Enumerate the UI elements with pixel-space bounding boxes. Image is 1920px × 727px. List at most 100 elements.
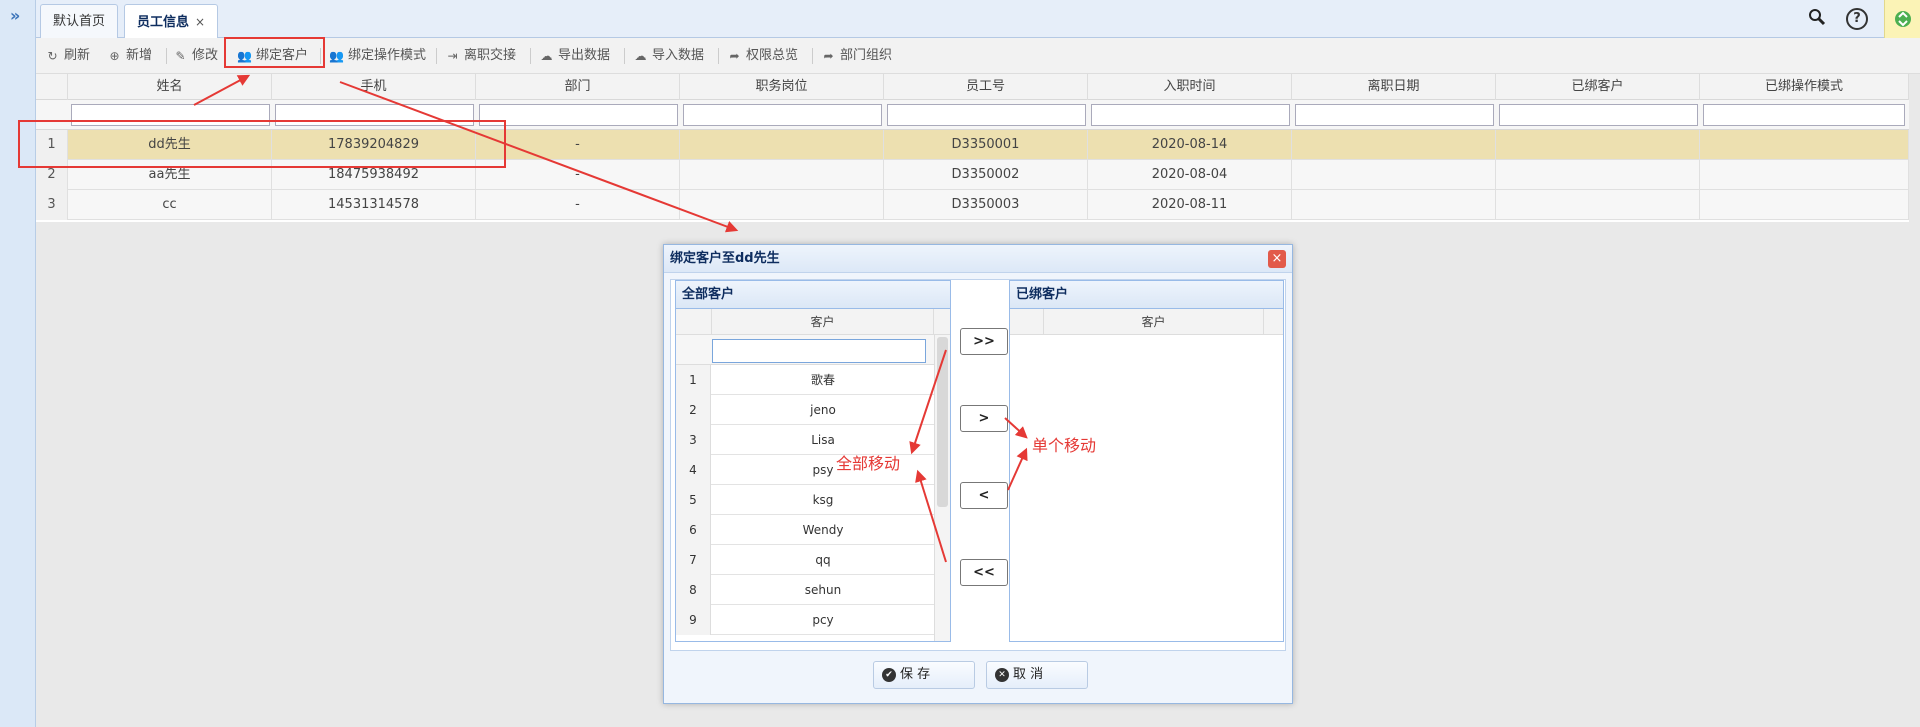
check-icon: ✔: [882, 668, 896, 682]
edit-button[interactable]: ✎ 修改: [170, 44, 218, 68]
bound-customers-panel: 已绑客户 客户: [1009, 280, 1284, 642]
column-header[interactable]: 手机: [272, 74, 476, 100]
toolbar-divider: [436, 48, 437, 64]
filter-input[interactable]: [683, 104, 882, 126]
cloud-upload-icon: ☁: [634, 49, 647, 63]
customer-name: pcy: [812, 613, 834, 627]
list-item[interactable]: 9 pcy: [676, 605, 934, 635]
table-cell: [1292, 130, 1496, 160]
row-number: 8: [676, 575, 711, 605]
filter-input[interactable]: [479, 104, 678, 126]
rownum-header: [676, 309, 712, 335]
panel-header: 客户: [676, 309, 950, 335]
list-item[interactable]: 6 Wendy: [676, 515, 934, 545]
move-one-right-button[interactable]: >: [960, 405, 1008, 432]
tab-employee-info-label: 员工信息: [137, 15, 190, 30]
table-cell: [1496, 190, 1700, 220]
tab-close-icon[interactable]: ×: [195, 15, 205, 29]
table-cell: 2020-08-11: [1088, 190, 1292, 220]
filter-input[interactable]: [887, 104, 1086, 126]
bind-operation-mode-button[interactable]: 👥 绑定操作模式: [326, 44, 426, 68]
close-icon[interactable]: ×: [1268, 250, 1286, 268]
permission-overview-button[interactable]: ➦ 权限总览: [724, 44, 798, 68]
import-data-label: 导入数据: [652, 48, 705, 63]
share-icon: ➦: [823, 49, 834, 63]
filter-input[interactable]: [1295, 104, 1494, 126]
tab-home[interactable]: 默认首页: [40, 4, 119, 38]
filter-input[interactable]: [1499, 104, 1698, 126]
refresh-button[interactable]: ↻ 刷新: [42, 44, 90, 68]
table-row[interactable]: 3 cc 14531314578 - D3350003 2020-08-11: [36, 190, 1909, 220]
department-org-label: 部门组织: [840, 48, 893, 63]
list-item[interactable]: 1 歌春: [676, 365, 934, 395]
panel-header: 客户: [1010, 309, 1283, 335]
column-header[interactable]: 入职时间: [1088, 74, 1292, 100]
toolbar-divider: [718, 48, 719, 64]
move-all-right-button[interactable]: >>: [960, 328, 1008, 355]
column-header[interactable]: 员工号: [884, 74, 1088, 100]
customer-name: sehun: [804, 583, 842, 597]
customer-name: Wendy: [802, 523, 844, 537]
customer-column-header[interactable]: 客户: [712, 309, 934, 335]
move-one-left-button[interactable]: <: [960, 482, 1008, 509]
add-button[interactable]: ⊕ 新增: [104, 44, 152, 68]
column-header[interactable]: 部门: [476, 74, 680, 100]
column-header[interactable]: 已绑客户: [1496, 74, 1700, 100]
export-data-button[interactable]: ☁ 导出数据: [536, 44, 611, 68]
filter-input[interactable]: [1703, 104, 1905, 126]
move-all-left-button[interactable]: <<: [960, 559, 1008, 586]
row-number: 3: [36, 190, 68, 220]
refresh-label: 刷新: [64, 48, 91, 63]
toolbar-divider: [812, 48, 813, 64]
save-label: 保 存: [900, 667, 931, 682]
list-item[interactable]: 5 ksg: [676, 485, 934, 515]
annotation-single-move: 单个移动: [1032, 436, 1097, 455]
department-org-button[interactable]: ➦ 部门组织: [818, 44, 892, 68]
grid-header: 姓名 手机 部门 职务岗位 员工号 入职时间 离职日期 已绑客户 已绑操作模式: [36, 74, 1909, 100]
customer-name: psy: [812, 463, 834, 477]
customer-column-header[interactable]: 客户: [1044, 309, 1264, 335]
expand-sidebar-icon[interactable]: »: [10, 6, 20, 25]
annotation-all-move: 全部移动: [836, 454, 901, 473]
dialog-title: 绑定客户至dd先生: [664, 245, 1292, 273]
resign-handover-label: 离职交接: [464, 48, 517, 63]
column-header[interactable]: 姓名: [68, 74, 272, 100]
table-cell: 2020-08-14: [1088, 130, 1292, 160]
list-item[interactable]: 2 jeno: [676, 395, 934, 425]
tab-employee-info[interactable]: 员工信息 ×: [124, 4, 219, 38]
table-cell: D3350001: [884, 130, 1088, 160]
refresh-icon: ↻: [47, 49, 58, 63]
table-cell: [680, 130, 884, 160]
import-data-button[interactable]: ☁ 导入数据: [630, 44, 705, 68]
customer-filter-input[interactable]: [712, 339, 926, 363]
table-cell: D3350002: [884, 160, 1088, 190]
table-cell: [680, 190, 884, 220]
row-number: 3: [676, 425, 711, 455]
resign-handover-button[interactable]: ⇥ 离职交接: [442, 44, 516, 68]
filter-input[interactable]: [1091, 104, 1290, 126]
exit-icon: ⇥: [447, 49, 458, 63]
table-cell: -: [476, 190, 680, 220]
export-data-label: 导出数据: [558, 48, 611, 63]
highlight-bind-button: [224, 37, 325, 68]
toolbar-divider: [530, 48, 531, 64]
list-item[interactable]: 7 qq: [676, 545, 934, 575]
skin-switch-icon[interactable]: [1884, 0, 1920, 38]
rownum-header: [1010, 309, 1044, 335]
column-header[interactable]: 职务岗位: [680, 74, 884, 100]
users-icon: 👥: [329, 49, 344, 63]
cancel-button[interactable]: ✕ 取 消: [986, 661, 1088, 689]
column-header[interactable]: 离职日期: [1292, 74, 1496, 100]
help-icon[interactable]: ?: [1846, 8, 1868, 30]
list-item[interactable]: 8 sehun: [676, 575, 934, 605]
column-header[interactable]: 已绑操作模式: [1700, 74, 1909, 100]
table-cell: -: [476, 130, 680, 160]
scrollbar-thumb[interactable]: [937, 337, 948, 507]
cloud-download-icon: ☁: [540, 49, 553, 63]
save-button[interactable]: ✔ 保 存: [873, 661, 975, 689]
table-cell: [1496, 130, 1700, 160]
dialog-body: 全部客户 客户 1 歌春 2 jeno 3 Lisa 4 psy 5 ksg 6 Wendy…: [670, 279, 1286, 651]
customer-name: jeno: [810, 403, 836, 417]
search-icon[interactable]: [1806, 8, 1828, 30]
vertical-scrollbar[interactable]: [934, 335, 950, 641]
